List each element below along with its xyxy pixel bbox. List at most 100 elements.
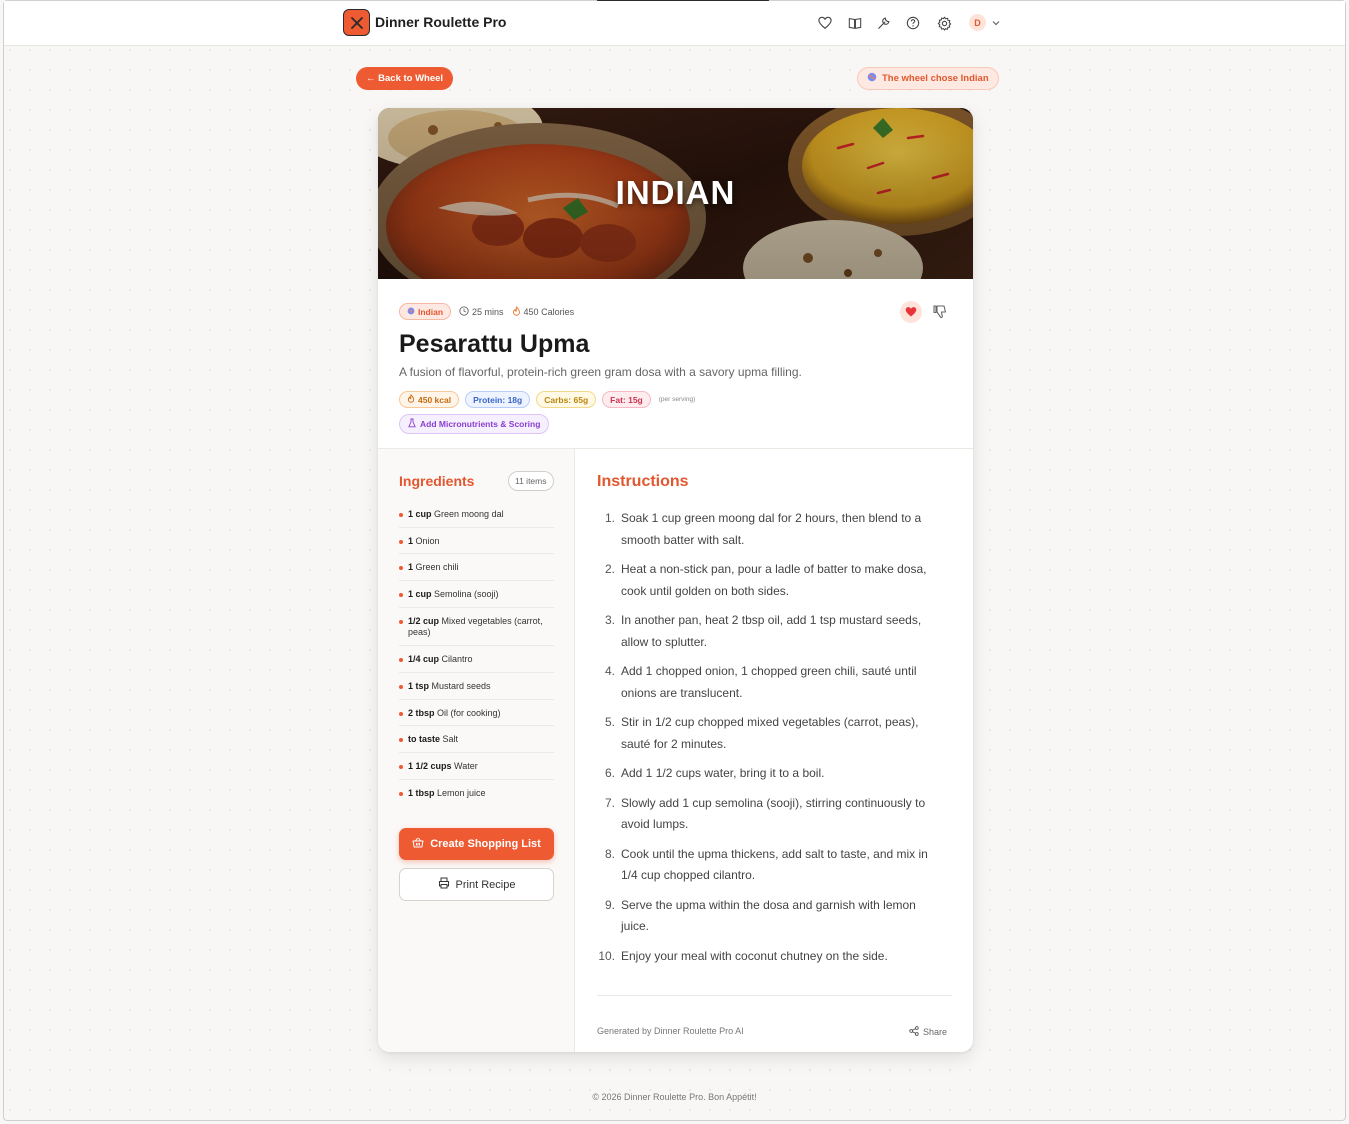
nutrition-badges: 450 kcal Protein: 18g Carbs: 65g Fat: 15…	[399, 391, 695, 408]
clock-icon	[459, 305, 469, 318]
ingredients-panel: Ingredients 11 items 1 cup Green moong d…	[378, 449, 575, 1052]
thumbs-down-icon[interactable]	[932, 304, 948, 320]
step-number: 6.	[604, 766, 615, 780]
share-button[interactable]: Share	[909, 1026, 947, 1038]
ingredient-quantity: 1 cup	[408, 509, 432, 519]
protein-badge: Protein: 18g	[465, 391, 531, 408]
ingredient-item: 2 tbsp Oil (for cooking)	[399, 700, 554, 727]
step-number: 2.	[604, 562, 615, 576]
create-shopping-list-label: Create Shopping List	[430, 838, 541, 850]
instructions-list: 1. Soak 1 cup green moong dal for 2 hours…	[597, 508, 947, 975]
ingredient-name: Oil (for cooking)	[437, 707, 501, 718]
cuisine-hero-image: INDIAN	[378, 108, 973, 279]
ingredient-item: 1/4 cup Cilantro	[399, 646, 554, 673]
step-text: Stir in 1/2 cup chopped mixed vegetables…	[621, 715, 919, 751]
app-brand-name[interactable]: Dinner Roulette Pro	[375, 14, 506, 30]
instruction-step: 7. Slowly add 1 cup semolina (sooji), sti…	[597, 793, 947, 836]
add-micronutrients-button[interactable]: Add Micronutrients & Scoring	[399, 414, 550, 434]
calories-info: 450 Calories	[512, 305, 575, 318]
cook-time-label: 25 mins	[472, 306, 504, 317]
ingredient-name: Water	[454, 760, 478, 771]
calories-label: 450 Calories	[523, 306, 575, 317]
user-avatar[interactable]: D	[969, 14, 986, 31]
ingredient-item: 1/2 cup Mixed vegetables (carrot, peas)	[399, 608, 554, 647]
step-number: 1.	[604, 511, 615, 525]
cuisine-tag-label: Indian	[418, 306, 444, 317]
step-number: 7.	[604, 795, 615, 810]
printer-icon	[438, 877, 450, 892]
kcal-label: 450 kcal	[418, 394, 452, 405]
step-text: Cook until the upma thickens, add salt t…	[621, 846, 928, 883]
ingredient-item: 1 Green chili	[399, 554, 554, 582]
step-number: 3.	[604, 613, 615, 627]
like-heart-button[interactable]	[900, 301, 922, 323]
kcal-badge: 450 kcal	[399, 391, 460, 408]
ingredient-quantity: 1/2 cup	[408, 615, 440, 626]
ingredient-quantity: 1 1/2 cups	[408, 760, 452, 771]
ingredient-name: Mustard seeds	[431, 680, 491, 691]
ingredients-list: 1 cup Green moong dal 1 Onion 1 Green chil…	[399, 501, 554, 805]
recipe-meta-row: Indian 25 mins 450 Calories	[399, 303, 574, 320]
ingredient-name: Green moong dal	[434, 509, 504, 519]
ingredient-item: to taste Salt	[399, 726, 554, 753]
ingredient-name: Semolina (sooji)	[434, 589, 499, 600]
globe-icon	[407, 307, 415, 317]
footer-copyright: © 2026 Dinner Roulette Pro. Bon Appétit!	[592, 1092, 757, 1102]
ingredient-quantity: to taste	[408, 734, 441, 745]
settings-gear-icon[interactable]	[936, 15, 952, 31]
print-recipe-button[interactable]: Print Recipe	[399, 868, 554, 901]
ingredient-name: Lemon juice	[437, 787, 486, 798]
ingredient-item: 1 1/2 cups Water	[399, 753, 554, 780]
instruction-step: 10. Enjoy your meal with coconut chutney …	[597, 946, 947, 968]
print-recipe-label: Print Recipe	[455, 878, 516, 891]
step-number: 9.	[604, 897, 615, 912]
basket-icon	[412, 837, 424, 851]
app-logo-icon[interactable]	[343, 9, 370, 36]
wheel-result-text: The wheel chose Indian	[882, 73, 989, 84]
ingredient-quantity: 1	[408, 562, 414, 573]
instruction-step: 1. Soak 1 cup green moong dal for 2 hours…	[597, 508, 947, 551]
instruction-step: 8. Cook until the upma thickens, add salt…	[597, 844, 947, 887]
flask-icon	[408, 418, 416, 430]
fat-badge: Fat: 15g	[602, 391, 651, 408]
step-text: Soak 1 cup green moong dal for 2 hours, …	[621, 511, 922, 547]
top-navigation-bar	[4, 1, 1345, 46]
globe-icon	[867, 72, 877, 85]
instruction-step: 3. In another pan, heat 2 tbsp oil, add 1…	[597, 610, 947, 653]
ingredients-count-badge: 11 items	[508, 471, 554, 491]
ingredient-quantity: 2 tbsp	[408, 707, 435, 718]
create-shopping-list-button[interactable]: Create Shopping List	[399, 828, 554, 860]
ingredient-item: 1 tbsp Lemon juice	[399, 780, 554, 806]
wheel-result-badge: The wheel chose Indian	[857, 67, 999, 90]
step-number: 8.	[604, 846, 615, 861]
ingredient-quantity: 1 tsp	[408, 680, 430, 691]
ingredient-quantity: 1/4 cup	[408, 654, 440, 665]
recipe-book-icon[interactable]	[847, 15, 863, 31]
help-icon[interactable]	[905, 15, 921, 31]
share-icon	[909, 1026, 919, 1038]
hero-cuisine-title: INDIAN	[615, 174, 736, 211]
cook-time: 25 mins	[459, 305, 504, 318]
instruction-step: 2. Heat a non-stick pan, pour a ladle of …	[597, 559, 947, 602]
tools-wrench-icon[interactable]	[876, 15, 892, 31]
cuisine-tag: Indian	[399, 303, 452, 320]
back-to-wheel-button[interactable]: ← Back to Wheel	[356, 67, 454, 90]
step-text: Serve the upma within the dosa and garni…	[621, 897, 916, 934]
ingredient-quantity: 1 cup	[408, 589, 432, 600]
ingredient-quantity: 1	[408, 535, 414, 546]
ingredient-item: 1 tsp Mustard seeds	[399, 673, 554, 700]
instruction-step: 6. Add 1 1/2 cups water, bring it to a bo…	[597, 763, 947, 785]
ingredient-name: Green chili	[415, 562, 459, 573]
per-serving-note: (per serving)	[658, 396, 696, 403]
favorites-heart-icon[interactable]	[817, 15, 833, 31]
step-text: In another pan, heat 2 tbsp oil, add 1 t…	[621, 613, 922, 649]
instruction-step: 9. Serve the upma within the dosa and gar…	[597, 895, 947, 938]
ingredient-item: 1 cup Semolina (sooji)	[399, 581, 554, 608]
ingredient-item: 1 cup Green moong dal	[399, 501, 554, 528]
instructions-footer-divider	[597, 995, 952, 996]
chevron-down-icon[interactable]	[991, 18, 1001, 28]
step-number: 4.	[604, 664, 615, 678]
ingredient-name: Cilantro	[441, 654, 473, 665]
ingredient-item: 1 Onion	[399, 528, 554, 555]
flame-icon	[407, 394, 415, 405]
